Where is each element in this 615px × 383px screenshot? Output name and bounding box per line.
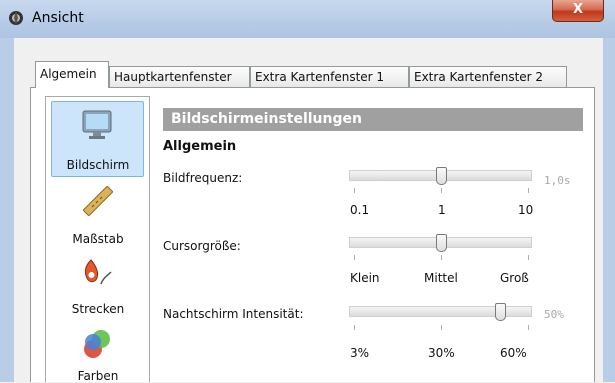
close-button[interactable]: X <box>552 0 604 22</box>
cursor-size-label: Cursorgröße: <box>163 239 241 253</box>
slider-tick <box>354 255 355 260</box>
slider-tick <box>354 325 355 330</box>
tab-extra-kartenfenster-2[interactable]: Extra Kartenfenster 2 <box>409 66 567 87</box>
monitor-icon <box>82 110 112 139</box>
category-label: Strecken <box>71 302 125 316</box>
ruler-icon <box>83 186 113 216</box>
category-label: Maßstab <box>72 232 124 246</box>
night-intensity-label: Nachtschirm Intensität: <box>163 307 304 321</box>
slider-tick <box>354 188 355 193</box>
tab-hauptkartenfenster[interactable]: Hauptkartenfenster <box>109 66 250 87</box>
app-icon <box>9 11 23 25</box>
night-intensity-tick-min: 3% <box>350 346 370 360</box>
tab-extra-kartenfenster-1[interactable]: Extra Kartenfenster 1 <box>250 66 409 87</box>
slider-tick <box>441 255 442 260</box>
tab-algemein[interactable]: Algemein <box>35 61 109 88</box>
cursor-size-tick-max: Groß <box>500 271 529 285</box>
category-label: Bildschirm <box>66 158 130 172</box>
frame-rate-slider-thumb[interactable] <box>436 167 447 185</box>
title-bar: Ansicht X <box>0 0 615 39</box>
window-frame-left <box>0 38 14 382</box>
section-header: Bildschirmeinstellungen <box>163 108 583 131</box>
slider-tick <box>441 188 442 193</box>
slider-tick <box>528 188 529 193</box>
section-subheader: Allgemein <box>163 139 237 154</box>
frame-rate-tick-mid: 1 <box>438 203 446 217</box>
cursor-size-slider-thumb[interactable] <box>436 234 447 252</box>
window-title: Ansicht <box>32 10 84 26</box>
slider-tick <box>528 255 529 260</box>
window-frame-right <box>603 38 615 382</box>
night-intensity-tick-mid: 30% <box>428 346 455 360</box>
slider-tick <box>441 325 442 330</box>
night-intensity-tick-max: 60% <box>500 346 527 360</box>
slider-tick <box>528 325 529 330</box>
frame-rate-tick-max: 10 <box>518 203 534 217</box>
frame-rate-label: Bildfrequenz: <box>163 171 243 185</box>
route-pin-icon <box>84 259 112 285</box>
cursor-size-tick-min: Klein <box>350 271 380 285</box>
color-circles-icon <box>84 330 110 358</box>
night-intensity-value: 50% <box>544 308 564 321</box>
category-label: Farben <box>77 369 119 383</box>
night-intensity-slider-thumb[interactable] <box>495 303 506 321</box>
frame-rate-tick-min: 0.1 <box>350 203 370 217</box>
cursor-size-tick-mid: Mittel <box>424 271 458 285</box>
frame-rate-value: 1,0s <box>544 174 571 187</box>
